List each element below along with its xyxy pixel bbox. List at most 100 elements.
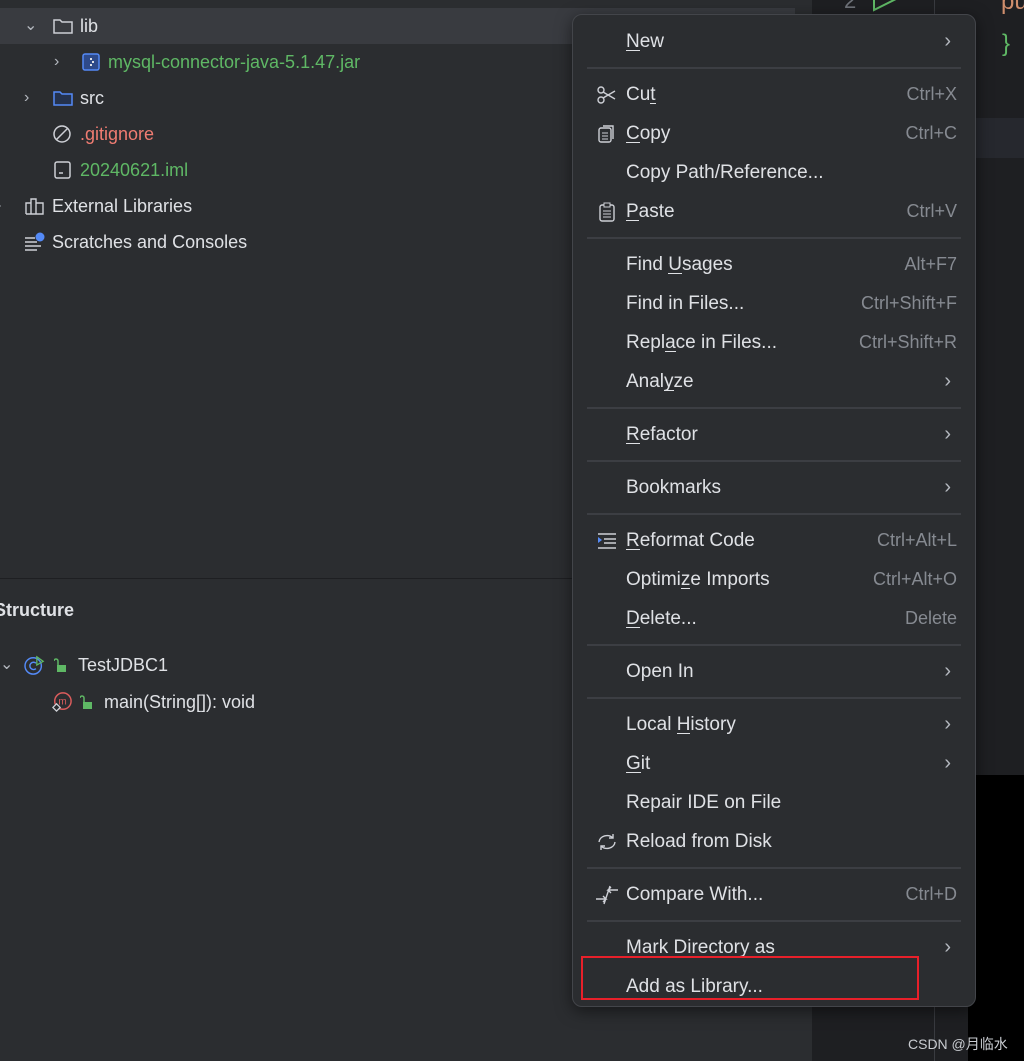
editor-empty-area — [968, 775, 1024, 1061]
menu-item-shortcut: Ctrl+Alt+L — [876, 530, 957, 550]
public-lock-icon — [80, 695, 92, 709]
menu-item-cut[interactable]: Cut Ctrl+X — [587, 75, 961, 114]
tree-item-src[interactable]: › src — [24, 80, 104, 116]
menu-item-shortcut: Ctrl+C — [905, 123, 957, 143]
line-number: 2 — [844, 0, 857, 13]
structure-item-class[interactable]: ⌄ TestJDBC1 — [0, 647, 168, 683]
reformat-icon — [587, 532, 626, 549]
mnemonic-underline — [626, 771, 641, 773]
menu-item-label: Copy Path/Reference... — [626, 161, 824, 183]
menu-item-reload-from-disk[interactable]: Reload from Disk — [587, 822, 961, 861]
menu-separator — [587, 231, 961, 245]
mnemonic-underline — [664, 389, 674, 391]
chevron-right-icon: › — [944, 370, 951, 392]
menu-item-refactor[interactable]: Refactor › — [587, 415, 961, 454]
watermark: CSDN @月临水 — [908, 1036, 1008, 1052]
menu-item-shortcut: Ctrl+Shift+F — [860, 293, 957, 313]
menu-item-find-in-files[interactable]: Find in Files... Ctrl+Shift+F — [587, 284, 961, 323]
source-folder-icon — [53, 91, 73, 106]
chevron-right-icon: › — [944, 713, 951, 735]
method-icon: m — [52, 692, 72, 712]
tree-item-external-libraries[interactable]: › External Libraries — [0, 188, 192, 224]
menu-item-label: Git — [626, 752, 651, 774]
menu-item-shortcut: Delete — [904, 608, 957, 628]
menu-item-shortcut: Ctrl+V — [906, 201, 957, 221]
context-menu: New › Cut Ctrl+X Copy Ctrl+C Copy Path/Referen… — [572, 14, 976, 1007]
menu-separator — [587, 691, 961, 705]
jar-icon — [82, 53, 100, 71]
reload-icon — [587, 832, 626, 852]
structure-item-method[interactable]: m main(String[]): void — [50, 684, 255, 720]
tree-item-gitignore[interactable]: .gitignore — [52, 116, 154, 152]
mnemonic-underline — [680, 587, 691, 589]
menu-item-analyze[interactable]: Analyze › — [587, 362, 961, 401]
mnemonic-underline — [668, 272, 682, 274]
menu-item-copy-path-reference[interactable]: Copy Path/Reference... — [587, 153, 961, 192]
menu-item-label: Local History — [626, 713, 736, 735]
module-file-icon — [54, 161, 71, 179]
chevron-down-icon[interactable]: ⌄ — [24, 18, 38, 34]
menu-item-label: Find Usages — [626, 253, 733, 275]
menu-item-label: Bookmarks — [626, 476, 722, 498]
menu-item-new[interactable]: New › — [587, 22, 961, 61]
menu-item-git[interactable]: Git › — [587, 744, 961, 783]
chevron-right-icon: › — [944, 752, 951, 774]
menu-item-shortcut: Ctrl+Shift+R — [858, 332, 957, 352]
tree-item-label: Scratches and Consoles — [52, 231, 248, 252]
separator-line — [587, 67, 961, 69]
chevron-right-icon: › — [944, 660, 951, 682]
mnemonic-underline — [626, 442, 640, 444]
chevron-right-icon[interactable]: › — [0, 198, 10, 214]
menu-item-delete[interactable]: Delete... Delete — [587, 599, 961, 638]
menu-item-label: Reload from Disk — [626, 830, 772, 852]
chevron-down-icon[interactable]: ⌄ — [0, 657, 14, 673]
menu-item-compare-with[interactable]: Compare With... Ctrl+D — [587, 875, 961, 914]
mnemonic-underline — [626, 219, 639, 221]
tree-item-scratches[interactable]: Scratches and Consoles — [24, 224, 247, 260]
menu-item-local-history[interactable]: Local History › — [587, 705, 961, 744]
tree-item-label: 20240621.iml — [80, 159, 189, 180]
chevron-right-icon[interactable]: › — [24, 90, 38, 106]
menu-item-optimize-imports[interactable]: Optimize Imports Ctrl+Alt+O — [587, 560, 961, 599]
menu-item-bookmarks[interactable]: Bookmarks › — [587, 468, 961, 507]
tree-item-iml[interactable]: 20240621.iml — [52, 152, 188, 188]
menu-item-open-in[interactable]: Open In › — [587, 652, 961, 691]
mnemonic-underline — [626, 141, 640, 143]
menu-item-label: Delete... — [626, 607, 697, 629]
menu-item-find-usages[interactable]: Find Usages Alt+F7 — [587, 245, 961, 284]
tree-item-jar[interactable]: › mysql-connector-java-5.1.47.jar — [54, 44, 360, 80]
tree-item-label: lib — [80, 15, 99, 36]
tree-item-label: src — [80, 87, 104, 108]
chevron-right-icon: › — [944, 423, 951, 445]
separator-line — [587, 697, 961, 699]
menu-item-shortcut: Ctrl+Alt+O — [872, 569, 957, 589]
run-icon[interactable] — [872, 0, 902, 14]
menu-item-repair-ide-on-file[interactable]: Repair IDE on File — [587, 783, 961, 822]
chevron-right-icon: › — [944, 30, 951, 52]
chevron-right-icon[interactable]: › — [54, 54, 68, 70]
separator-line — [587, 460, 961, 462]
menu-item-label: Repair IDE on File — [626, 791, 782, 813]
menu-item-label: Find in Files... — [626, 292, 745, 314]
separator-line — [587, 867, 961, 869]
menu-item-paste[interactable]: Paste Ctrl+V — [587, 192, 961, 231]
mnemonic-underline — [665, 350, 676, 352]
separator-line — [587, 237, 961, 239]
separator-line — [587, 644, 961, 646]
menu-item-copy[interactable]: Copy Ctrl+C — [587, 114, 961, 153]
menu-item-label: Optimize Imports — [626, 568, 770, 590]
mnemonic-underline — [626, 626, 640, 628]
chevron-right-icon: › — [944, 936, 951, 958]
menu-item-reformat-code[interactable]: Reformat Code Ctrl+Alt+L — [587, 521, 961, 560]
folder-icon — [53, 19, 73, 34]
mnemonic-underline — [650, 102, 656, 104]
menu-item-label: Refactor — [626, 423, 698, 445]
menu-item-label: Replace in Files... — [626, 331, 778, 353]
menu-item-label: New — [626, 30, 665, 52]
tree-item-lib[interactable]: ⌄ lib — [24, 8, 98, 44]
structure-item-label: TestJDBC1 — [78, 654, 169, 675]
menu-separator — [587, 454, 961, 468]
menu-item-label: Analyze — [626, 370, 694, 392]
copy-icon — [587, 124, 626, 144]
menu-item-replace-in-files[interactable]: Replace in Files... Ctrl+Shift+R — [587, 323, 961, 362]
